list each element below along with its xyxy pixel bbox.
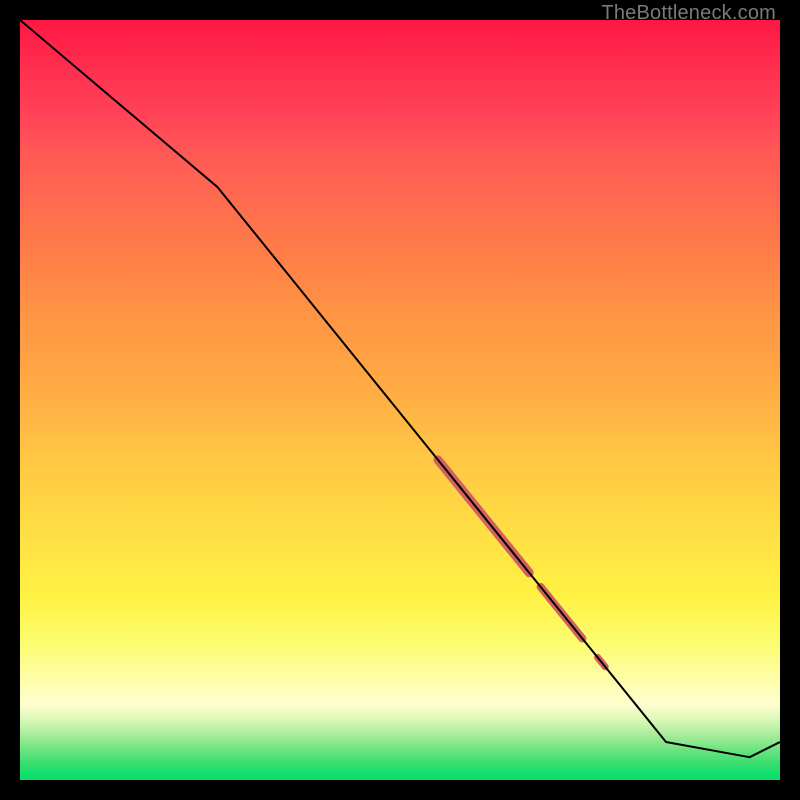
- chart-container: TheBottleneck.com: [0, 0, 800, 800]
- plot-area: [20, 20, 780, 780]
- gradient-background: [20, 20, 780, 780]
